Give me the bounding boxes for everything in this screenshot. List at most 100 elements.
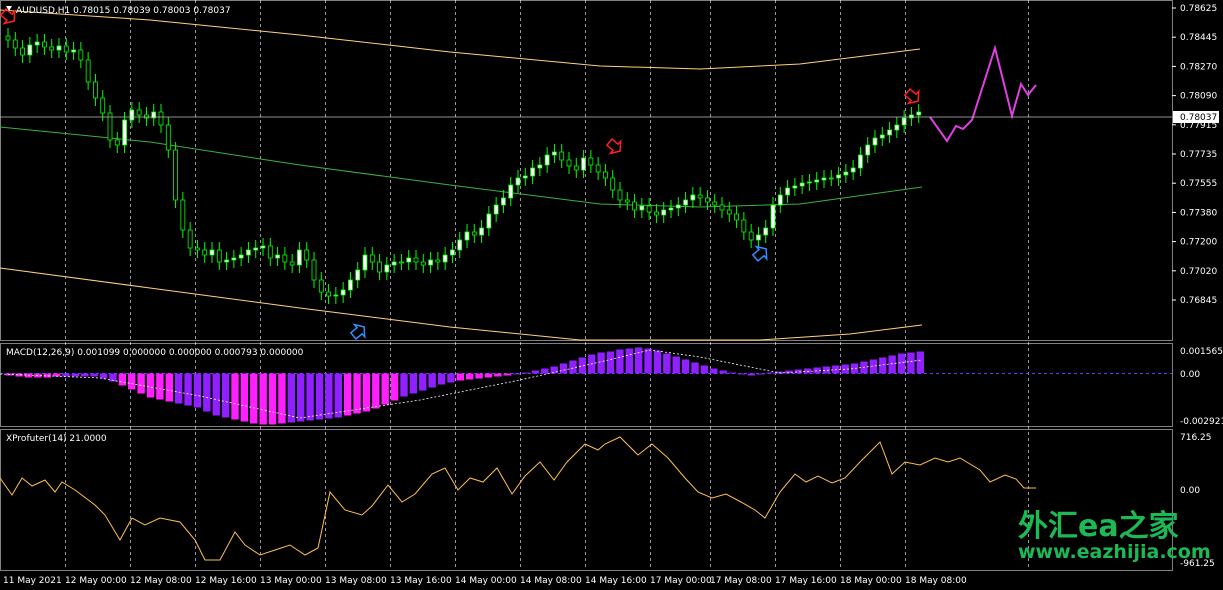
candle-body (260, 245, 266, 249)
time-label: 13 May 16:00 (390, 576, 452, 586)
time-axis[interactable]: 11 May 2021 12 May 00:00 12 May 08:00 12 Ma… (3, 576, 967, 586)
candle-body (836, 174, 841, 179)
candle-body (595, 164, 601, 173)
macd-bar (381, 373, 389, 405)
candle-body (355, 269, 361, 281)
time-label: 17 May 08:00 (710, 576, 772, 586)
candle-body (340, 289, 346, 296)
macd-bar (803, 368, 812, 374)
macd-bar (691, 362, 699, 374)
macd-bar (71, 373, 80, 377)
price-label: 0.76845 (1180, 296, 1217, 306)
price-label: 0.77555 (1180, 179, 1217, 189)
time-label: 13 May 08:00 (325, 576, 387, 586)
macd-bar (297, 373, 305, 422)
macd-bar (653, 350, 662, 374)
candle-body (267, 245, 273, 259)
candle-body (799, 182, 805, 187)
candle-body (93, 81, 98, 99)
candle-body (238, 254, 244, 259)
macd-bar (137, 373, 145, 394)
candle-body (224, 259, 229, 263)
candle-body (726, 209, 732, 215)
candle-body (144, 114, 149, 119)
macd-bar (672, 356, 680, 374)
macd-panel[interactable]: MACD(12,26,9) 0.001099 0.000000 0.000000… (0, 347, 1223, 427)
macd-bar (625, 348, 633, 374)
macd-bar (710, 368, 718, 374)
candle-body (690, 194, 696, 201)
macd-bar (541, 368, 549, 374)
candle-body (632, 201, 637, 211)
candle-body (464, 231, 470, 241)
candle-body (785, 187, 790, 196)
candle-body (734, 213, 739, 221)
candle-body (173, 149, 178, 201)
macd-axis-top: 0.001565 (1180, 347, 1223, 357)
macd-bar (907, 352, 915, 374)
candle-body (639, 205, 645, 211)
macd-bar (766, 372, 774, 374)
candle-body (901, 117, 907, 126)
macd-bar (62, 373, 70, 377)
candle-body (858, 154, 863, 169)
candle-body (814, 179, 820, 183)
candle-body (49, 46, 55, 51)
macd-bar (738, 373, 746, 375)
macd-bar (268, 373, 277, 425)
macd-bar (522, 372, 530, 374)
time-label: 12 May 16:00 (195, 576, 257, 586)
candle-body (508, 184, 514, 199)
current-price-tag: 0.78037 (1173, 111, 1219, 123)
macd-bar (897, 353, 906, 374)
macd-bar (916, 351, 924, 374)
macd-bar (616, 349, 624, 374)
buy-arrow-icon (751, 245, 768, 262)
candle-body (195, 247, 200, 251)
svg-text:0.78037: 0.78037 (1180, 113, 1217, 123)
candle-body (369, 254, 375, 263)
macd-bar (212, 373, 220, 416)
time-label: 12 May 00:00 (65, 576, 127, 586)
candle-body (712, 201, 718, 206)
macd-bar (90, 373, 98, 377)
macd-bar (484, 373, 493, 378)
price-axis[interactable]: 0.786250.784450.782700.780900.779150.777… (1172, 4, 1217, 306)
price-label: 0.77380 (1180, 208, 1217, 218)
candle-body (202, 249, 208, 256)
price-panel[interactable]: AUDUSD,H1 0.78015 0.78039 0.78003 0.7803… (0, 6, 1172, 342)
macd-bar (597, 352, 605, 374)
candle-body (537, 164, 543, 169)
macd-bar (644, 348, 652, 374)
candle-body (552, 151, 557, 156)
macd-bar (494, 373, 502, 377)
price-label: 0.77020 (1180, 267, 1217, 277)
macd-bar (512, 373, 521, 375)
time-label: 14 May 08:00 (520, 576, 582, 586)
macd-bar (663, 353, 671, 374)
candle-body (544, 154, 550, 166)
price-label: 0.78445 (1180, 33, 1217, 43)
candle-body (246, 249, 251, 256)
candle-body (362, 254, 368, 271)
macd-bar (437, 373, 446, 385)
envelope-upper (0, 9, 921, 70)
candle-body (216, 249, 222, 263)
candle-body (843, 171, 849, 176)
macd-bar (428, 373, 436, 388)
candle-body (624, 199, 630, 203)
candle-body (748, 231, 754, 241)
macd-bar (240, 373, 249, 422)
macd-bar (306, 373, 314, 421)
candle-body (326, 291, 331, 297)
trading-chart[interactable]: AUDUSD,H1 0.78015 0.78039 0.78003 0.7803… (0, 0, 1223, 590)
macd-bar (747, 373, 756, 376)
price-label: 0.77200 (1180, 238, 1217, 248)
candle-body (515, 177, 521, 186)
xprofuter-label: XProfuter(14) 21.0000 (6, 434, 107, 444)
macd-bar (146, 373, 155, 398)
macd-bar (193, 373, 202, 408)
time-label: 14 May 00:00 (455, 576, 517, 586)
candle-body (297, 249, 302, 266)
candle-body (78, 49, 84, 61)
